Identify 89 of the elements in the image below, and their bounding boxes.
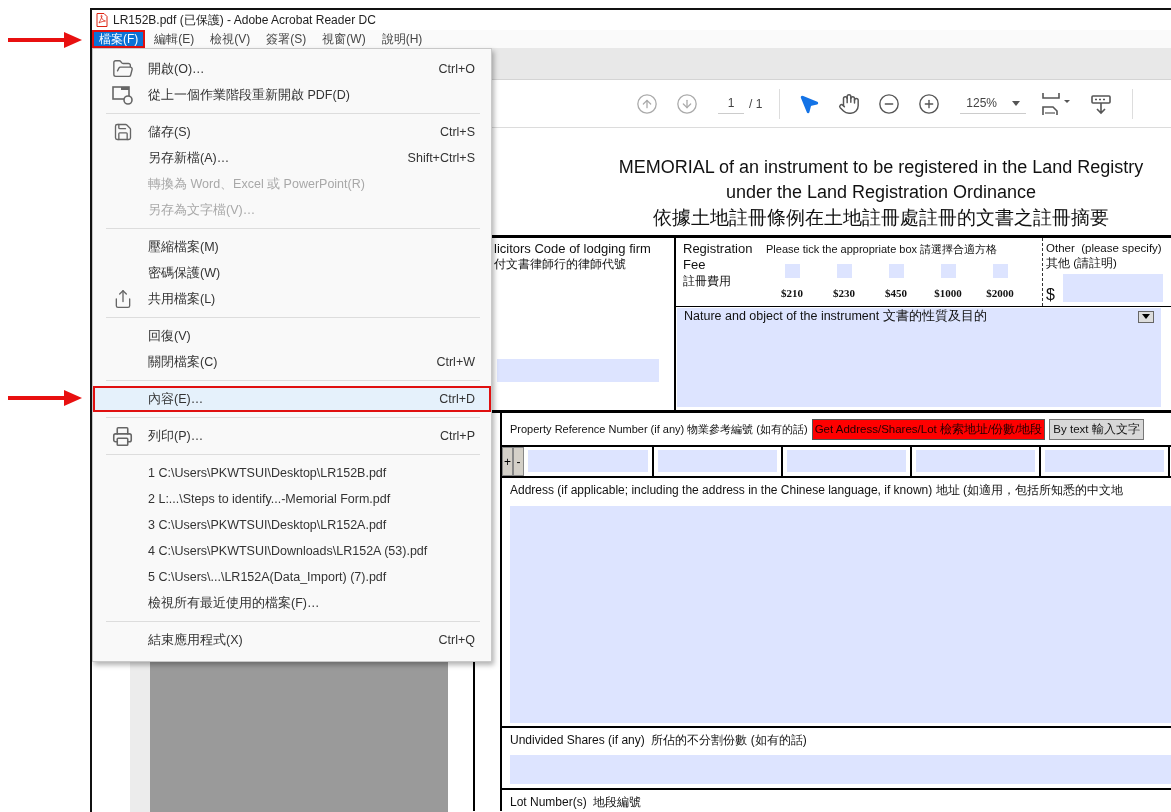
field-label: Fee: [683, 257, 707, 273]
menu-item[interactable]: 4 C:\Users\PKWTSUI\Downloads\LR152A (53).pdf: [93, 538, 491, 564]
menu-item[interactable]: 從上一個作業階段重新開啟 PDF(D): [93, 82, 491, 108]
menu-item[interactable]: 共用檔案(L): [93, 286, 491, 312]
fee-checkbox[interactable]: [784, 264, 800, 278]
menu-item[interactable]: 回復(V): [93, 323, 491, 349]
property-reference-field[interactable]: [916, 450, 1035, 472]
menu-item[interactable]: 儲存(S) Ctrl+S: [93, 119, 491, 145]
field-label: licitors Code of lodging firm: [494, 241, 652, 256]
previous-page-icon[interactable]: [636, 92, 658, 115]
get-address-button[interactable]: Get Address/Shares/Lot 檢索地址/份數/地段: [811, 418, 1046, 440]
menu-item[interactable]: 列印(P)… Ctrl+P: [93, 423, 491, 449]
field-label: Other (please specify): [1046, 241, 1163, 256]
folder-icon: [111, 58, 134, 80]
add-button[interactable]: +: [502, 447, 513, 476]
menu-item[interactable]: 2 L:...\Steps to identify...-Memorial Form.pdf: [93, 486, 491, 512]
undivided-shares-field[interactable]: [510, 755, 1171, 784]
menu-bar-item[interactable]: 檢視(V): [203, 30, 258, 48]
menu-bar-item[interactable]: 編輯(E): [147, 30, 202, 48]
pdf-file-icon: [96, 13, 108, 27]
menu-item[interactable]: 密碼保護(W): [93, 260, 491, 286]
field-label: 註冊費用: [683, 273, 732, 289]
page-count: / 1: [749, 96, 763, 111]
address-field[interactable]: [510, 506, 1171, 723]
zoom-in-icon[interactable]: [918, 92, 941, 115]
field-label: Property Reference Number (if any) 物業參考編號 (如有的話): [510, 421, 808, 437]
menu-item[interactable]: 內容(E)… Ctrl+D: [93, 386, 491, 412]
menu-shortcut: Ctrl+S: [439, 125, 475, 139]
menu-item[interactable]: 3 C:\Users\PKWTSUI\Desktop\LR152A.pdf: [93, 512, 491, 538]
fee-amount: $230: [833, 287, 855, 299]
instruction-text: Please tick the appropriate box 請選擇合適方格: [766, 242, 999, 257]
menu-item[interactable]: 1 C:\Users\PKWTSUI\Desktop\LR152B.pdf: [93, 460, 491, 486]
currency-sign: $: [1046, 287, 1055, 302]
document-title: under the Land Registration Ordinance: [725, 181, 1037, 204]
fee-amount: $210: [781, 287, 803, 299]
hand-tool-icon[interactable]: [838, 92, 861, 115]
next-page-icon[interactable]: [676, 92, 698, 115]
menu-item[interactable]: 結束應用程式(X) Ctrl+Q: [93, 627, 491, 653]
document-title: MEMORIAL of an instrument to be registered in the Land Registry: [618, 156, 1144, 179]
print-icon: [112, 425, 133, 447]
zoom-out-icon[interactable]: [878, 92, 901, 115]
property-reference-field[interactable]: [787, 450, 906, 472]
menu-bar-item[interactable]: 檔案(F): [92, 30, 146, 48]
field-label: Lot Number(s) 地段編號: [510, 794, 643, 811]
by-text-button[interactable]: By text 輸入文字: [1049, 418, 1144, 440]
fee-checkbox[interactable]: [992, 264, 1008, 278]
reopen-icon: [111, 85, 134, 105]
dropdown-icon: [1138, 310, 1154, 323]
property-reference-field[interactable]: [528, 450, 648, 472]
menu-item[interactable]: 另存新檔(A)… Shift+Ctrl+S: [93, 145, 491, 171]
fee-amount: $450: [885, 287, 907, 299]
menu-bar-item[interactable]: 說明(H): [374, 30, 430, 48]
caret-icon: [1012, 100, 1021, 106]
fee-checkbox[interactable]: [888, 264, 904, 278]
menu-item[interactable]: 5 C:\Users\...\LR152A(Data_Import) (7).pdf: [93, 564, 491, 590]
fee-checkbox[interactable]: [940, 264, 956, 278]
field-label: Registration: [683, 241, 754, 257]
window-title: LR152B.pdf (已保護) - Adobe Acrobat Reader DC: [113, 11, 376, 29]
fee-amount: $2000: [986, 287, 1014, 299]
nature-field[interactable]: [677, 325, 1161, 407]
field-label: 其他 (請註明): [1046, 256, 1118, 271]
remove-button[interactable]: -: [513, 447, 524, 476]
solicitor-code-field[interactable]: [497, 359, 659, 382]
fee-amount: $1000: [934, 287, 962, 299]
zoom-field[interactable]: 125%: [960, 93, 1027, 114]
menu-item[interactable]: 關閉檔案(C) Ctrl+W: [93, 349, 491, 375]
menu-shortcut: Ctrl+D: [439, 392, 475, 406]
document-title: 依據土地註冊條例在土地註冊處註冊的文書之註冊摘要: [653, 206, 1109, 230]
menu-shortcut: Ctrl+Q: [438, 633, 475, 647]
fee-checkbox[interactable]: [836, 264, 852, 278]
menu-item[interactable]: 檢視所有最近使用的檔案(F)…: [93, 590, 491, 616]
menu-shortcut: Ctrl+P: [439, 429, 475, 443]
property-reference-field[interactable]: [1045, 450, 1164, 472]
menu-shortcut: Ctrl+O: [438, 62, 475, 76]
menu-item[interactable]: 壓縮檔案(M): [93, 234, 491, 260]
field-label: 付文書律師行的律師代號: [494, 256, 627, 273]
property-reference-field[interactable]: [658, 450, 777, 472]
other-fee-field[interactable]: [1062, 274, 1163, 302]
page-number-field[interactable]: 1: [718, 93, 744, 114]
field-label: Address (if applicable; including the address in the Chinese language, if known) 地址 (如適用，包括所知悉的中文地: [510, 482, 1124, 499]
menu-shortcut: Ctrl+W: [436, 355, 475, 369]
menu-bar-item[interactable]: 簽署(S): [259, 30, 314, 48]
menu-item[interactable]: 開啟(O)… Ctrl+O: [93, 56, 491, 82]
read-mode-icon[interactable]: [1090, 92, 1113, 115]
save-icon: [112, 122, 133, 142]
nature-dropdown[interactable]: Nature and object of the instrument 文書的性質及目的: [677, 308, 1161, 325]
menu-shortcut: Shift+Ctrl+S: [407, 151, 475, 165]
menu-bar-item[interactable]: 視窗(W): [315, 30, 373, 48]
field-label: Undivided Shares (if any) 所佔的不分割份數 (如有的話): [510, 732, 808, 749]
